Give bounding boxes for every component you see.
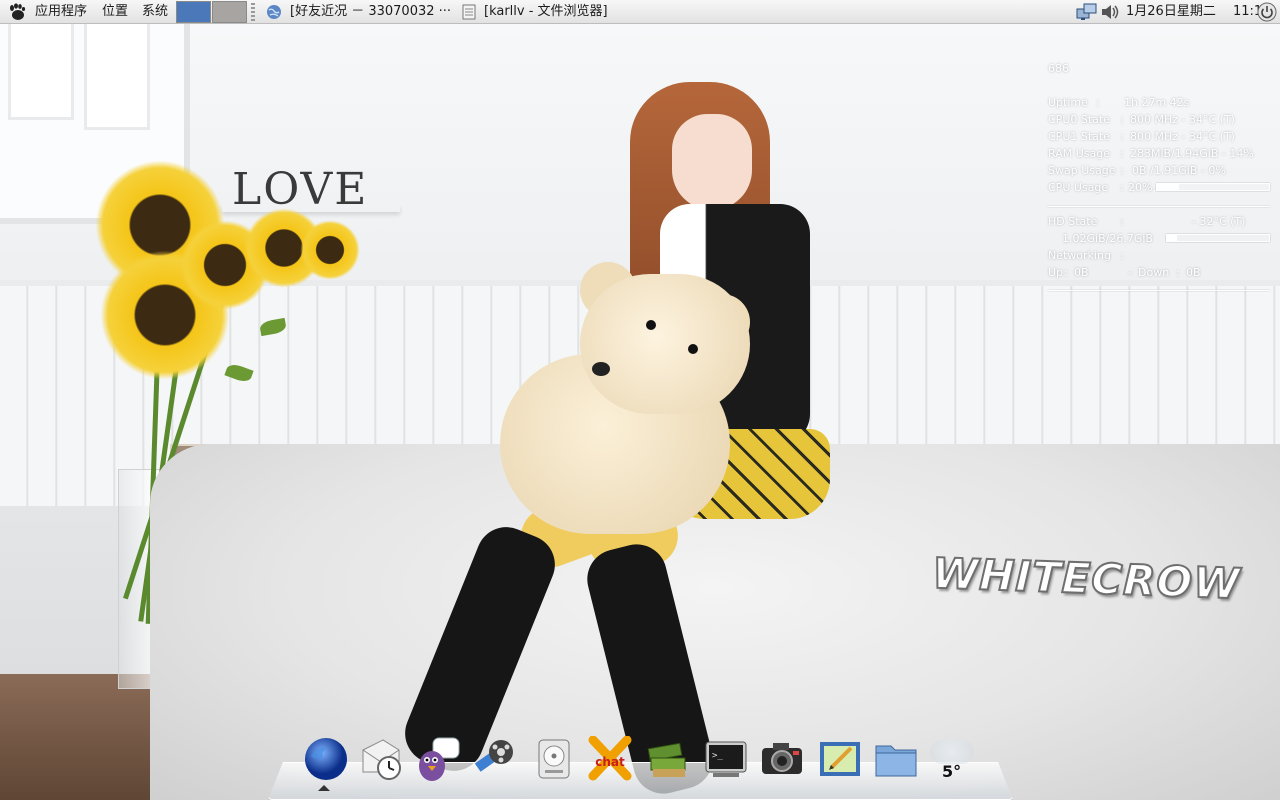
disk-utility-icon[interactable] [531,736,577,782]
xchat-icon[interactable]: chat [587,736,633,782]
notes-icon[interactable] [817,736,863,782]
gnome-foot-icon[interactable] [8,3,26,21]
conky-cpu1-label: CPU1 State [1048,130,1110,143]
camera-icon[interactable] [759,736,805,782]
workspace-2[interactable] [212,1,247,23]
firefox-icon[interactable] [303,736,349,782]
power-icon[interactable] [1257,2,1277,22]
conky-swap-label: Swap Usage [1048,164,1116,177]
conky-separator [1048,206,1270,207]
conky-down-value: 0B [1186,266,1201,279]
menu-applications[interactable]: 应用程序 [35,0,87,24]
conky-networking-label: Networking [1048,249,1111,262]
file-manager-icon [462,4,476,20]
conky-uptime-value: 1h 27m 42s [1124,96,1190,109]
sunflower [300,220,360,280]
conky-cpu-usage-value: 20% [1128,181,1153,194]
conky-up-value: 0B [1074,266,1089,279]
top-panel: 应用程序 位置 系统 [好友近况 － 33070032 ··· [karllv … [0,0,1280,24]
conky-ram-value: 283MiB/1.94GiB - 14% [1130,147,1254,160]
svg-text:chat: chat [595,755,625,769]
terminal-icon[interactable]: >_ [703,736,749,782]
panel-handle[interactable] [251,3,255,21]
conky-hd-label: HD State [1048,215,1098,228]
conky-hd-value: - 32°C (T) [1192,215,1246,228]
conky-ram-label: RAM Usage [1048,147,1110,160]
weather-temperature[interactable]: 5° [942,762,961,781]
menu-places[interactable]: 位置 [102,0,128,24]
conky-hostname: 686 [1048,62,1069,75]
menu-system[interactable]: 系统 [142,0,168,24]
conky-swap-value: 0B /1.91GiB - 0% [1132,164,1226,177]
task-friends-status[interactable]: [好友近况 － 33070032 ··· [290,0,451,24]
conky-hd-bar [1166,234,1270,242]
media-player-icon[interactable] [471,736,517,782]
pidgin-icon[interactable] [415,736,461,782]
network-icon[interactable] [1076,3,1098,21]
conky-cpu-usage-label: CPU Usage [1048,181,1109,194]
conky-down-label: Down [1138,266,1170,279]
running-indicator [318,785,330,791]
svg-text:>_: >_ [712,751,723,761]
mail-clock-icon[interactable] [359,736,405,782]
conky-cpu-bar [1156,183,1270,191]
globe-icon [267,5,281,19]
conky-cpu1-value: 800 MHz - 34°C (T) [1130,130,1235,143]
conky-uptime-label: Uptime [1048,96,1088,109]
books-icon[interactable] [645,736,691,782]
clock-date[interactable]: 1月26日星期二 [1126,0,1216,24]
love-sign: LOVE [232,164,369,215]
volume-icon[interactable] [1100,3,1122,21]
conky-separator [1048,290,1270,291]
task-file-browser[interactable]: [karllv - 文件浏览器] [484,0,608,24]
conky-cpu0-label: CPU0 State [1048,113,1110,126]
cloud-icon [930,740,974,764]
workspace-1[interactable] [176,1,211,23]
conky-up-label: Up [1048,266,1064,279]
folder-icon[interactable] [873,736,919,782]
conky-hd-usage: 1.02GiB/26.7GiB [1062,232,1153,245]
conky-hd-bar-fill [1167,235,1178,241]
conky-cpu0-value: 800 MHz - 34°C (T) [1130,113,1235,126]
conky-cpu-bar-fill [1157,184,1180,190]
